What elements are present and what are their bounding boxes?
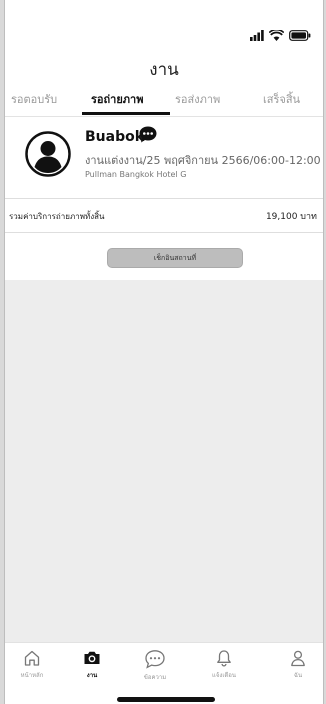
tab-bar: รอตอบรับ รอถ่ายภาพ รอส่งภาพ เสร็จสิ้น [5, 90, 323, 117]
nav-item-jobs[interactable]: งาน [62, 649, 122, 680]
job-card[interactable]: Buabok งานแต่งงาน/25 พฤศจิกายน 2566/06:0… [5, 118, 323, 196]
tab-awaiting-shoot[interactable]: รอถ่ายภาพ [91, 90, 143, 108]
chat-icon [145, 650, 165, 669]
nav-item-profile[interactable]: ฉัน [268, 649, 323, 680]
signal-icon [250, 29, 264, 41]
tab-completed[interactable]: เสร็จสิ้น [263, 90, 300, 108]
nav-item-notifications[interactable]: แจ้งเตือน [194, 649, 254, 680]
nav-label-profile: ฉัน [293, 672, 303, 679]
home-indicator [117, 697, 215, 702]
nav-item-messages[interactable]: ข้อความ [125, 649, 185, 682]
chat-bubble-icon[interactable] [138, 125, 158, 144]
divider [5, 232, 323, 233]
tab-awaiting-delivery[interactable]: รอส่งภาพ [175, 90, 220, 108]
total-price-label: รวมค่าบริการถ่ายภาพทั้งสิ้น [9, 212, 105, 221]
home-icon [24, 650, 40, 666]
status-bar [250, 28, 311, 42]
phone-screen: งาน รอตอบรับ รอถ่ายภาพ รอส่งภาพ เสร็จสิ้… [4, 0, 324, 704]
divider [5, 198, 323, 199]
person-icon [291, 650, 305, 667]
bell-icon [217, 650, 231, 667]
tab-awaiting-response[interactable]: รอตอบรับ [11, 90, 57, 108]
wifi-icon [269, 29, 284, 41]
check-in-button[interactable]: เช็กอินสถานที่ [107, 248, 243, 268]
nav-label-messages: ข้อความ [143, 674, 167, 681]
bottom-navigation: หน้าหลัก งาน ข้อความ แจ้งเตือน ฉัน [5, 642, 323, 704]
nav-label-notifications: แจ้งเตือน [212, 672, 236, 679]
job-details: งานแต่งงาน/25 พฤศจิกายน 2566/06:00-12:00… [85, 154, 324, 167]
nav-label-jobs: งาน [86, 672, 98, 679]
client-name: Buabok [85, 129, 145, 145]
nav-label-home: หน้าหลัก [20, 672, 44, 679]
nav-item-home[interactable]: หน้าหลัก [5, 649, 62, 680]
battery-icon [289, 29, 311, 41]
active-tab-indicator [82, 112, 170, 115]
camera-icon [84, 651, 100, 664]
avatar [25, 131, 71, 177]
page-title: งาน [149, 60, 179, 80]
total-price-value: 19,100 บาท [265, 212, 317, 222]
venue-name: Pullman Bangkok Hotel G [85, 170, 187, 179]
